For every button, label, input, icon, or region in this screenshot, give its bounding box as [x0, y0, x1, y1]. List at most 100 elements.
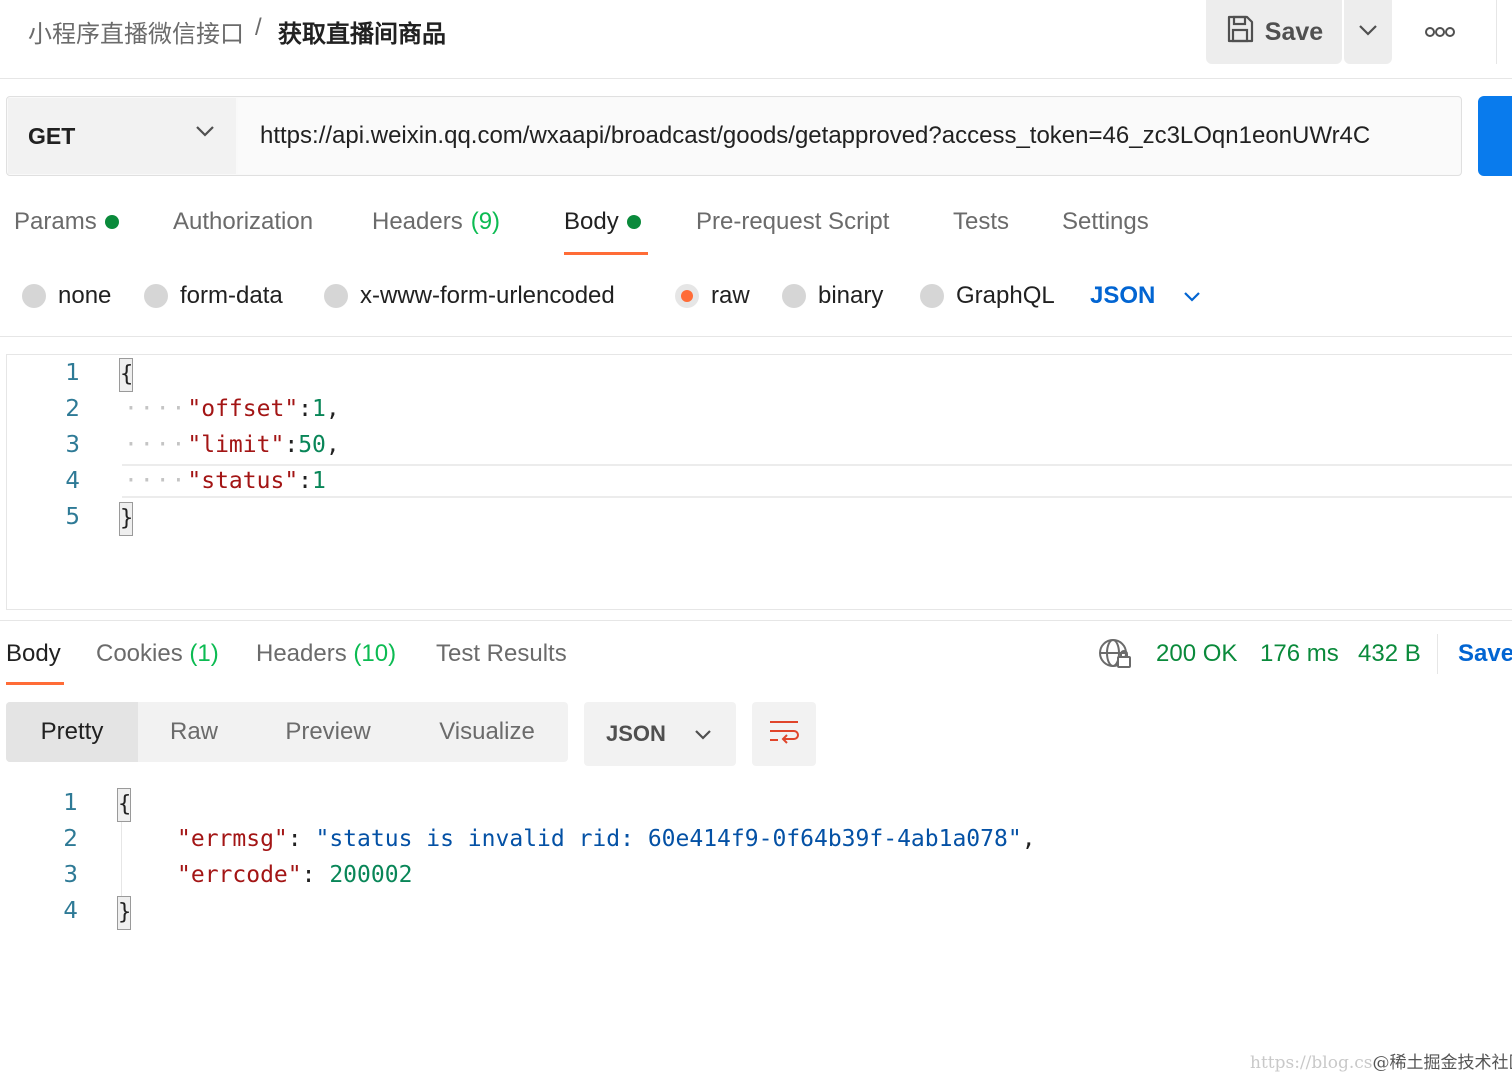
tab-headers[interactable]: Headers (9) [372, 208, 500, 236]
watermark-url: https://blog.cs [1250, 1053, 1373, 1073]
line-number: 4 [65, 468, 80, 494]
radio-form-data[interactable] [144, 284, 168, 308]
code-line-status: ····"status":1 [124, 468, 326, 494]
status-divider [1437, 634, 1438, 674]
body-format-select[interactable]: JSON [1090, 282, 1201, 310]
line-number: 3 [63, 862, 78, 888]
radio-raw[interactable] [675, 284, 699, 308]
line-number: 1 [63, 790, 78, 816]
tab-params-label: Params [14, 208, 97, 235]
tab-body[interactable]: Body [564, 208, 641, 236]
response-tab-test-results-label: Test Results [436, 640, 567, 667]
tab-settings-label: Settings [1062, 208, 1149, 235]
body-type-label: none [58, 282, 112, 309]
response-tab-cookies[interactable]: Cookies (1) [96, 640, 219, 668]
save-button[interactable]: Save [1206, 0, 1342, 64]
view-preview-button[interactable]: Preview [250, 702, 406, 762]
header-separator [0, 78, 1512, 79]
response-separator [0, 620, 1512, 621]
response-active-tab-underline [6, 682, 64, 685]
tab-settings[interactable]: Settings [1062, 208, 1149, 236]
watermark-site: @稀土掘金技术社区 [1372, 1053, 1512, 1073]
close-brace: } [119, 502, 133, 536]
response-format-select[interactable]: JSON [584, 702, 736, 766]
close-brace: } [117, 896, 131, 930]
body-type-label: x-www-form-urlencoded [360, 282, 615, 309]
body-type-label: form-data [180, 282, 283, 309]
tab-tests-label: Tests [953, 208, 1010, 235]
body-type-form-data[interactable]: form-data [144, 282, 283, 310]
line-number: 2 [63, 826, 78, 852]
save-label: Save [1264, 17, 1324, 46]
radio-none[interactable] [22, 284, 46, 308]
save-icon [1225, 14, 1255, 51]
chevron-down-icon [694, 721, 712, 747]
view-visualize-button[interactable]: Visualize [406, 702, 568, 762]
view-raw-button[interactable]: Raw [138, 702, 250, 762]
body-type-raw[interactable]: raw [675, 282, 750, 310]
body-type-urlencoded[interactable]: x-www-form-urlencoded [324, 282, 615, 310]
response-size[interactable]: 432 B [1358, 640, 1421, 668]
response-tab-headers-label: Headers [256, 640, 347, 667]
response-headers-count: (10) [353, 640, 397, 667]
chevron-down-icon [1183, 282, 1201, 310]
save-options-button[interactable] [1344, 0, 1392, 64]
section-separator [0, 336, 1512, 337]
wrap-lines-button[interactable] [752, 702, 816, 766]
response-tab-headers[interactable]: Headers (10) [256, 640, 396, 668]
url-input[interactable]: https://api.weixin.qq.com/wxaapi/broadca… [238, 98, 1460, 174]
tab-tests[interactable]: Tests [953, 208, 1009, 236]
send-button[interactable] [1478, 96, 1512, 176]
response-line-errmsg: "errmsg": "status is invalid rid: 60e414… [177, 826, 1036, 852]
watermark: https://blog.cs@稀土掘金技术社区 [1250, 1048, 1512, 1073]
response-time[interactable]: 176 ms [1260, 640, 1339, 668]
line-number: 1 [65, 360, 80, 386]
status-code[interactable]: 200 OK [1156, 640, 1237, 668]
body-type-label: GraphQL [956, 282, 1055, 309]
tab-pre-request-script[interactable]: Pre-request Script [696, 208, 889, 236]
code-line-offset: ····"offset":1, [124, 396, 340, 422]
chevron-down-icon[interactable] [194, 124, 216, 143]
line-number: 2 [65, 396, 80, 422]
response-tab-test-results[interactable]: Test Results [436, 640, 567, 668]
radio-graphql[interactable] [920, 284, 944, 308]
tab-authorization[interactable]: Authorization [173, 208, 313, 236]
tab-body-label: Body [564, 208, 619, 235]
body-type-graphql[interactable]: GraphQL [920, 282, 1055, 310]
indent-guide [121, 822, 122, 906]
view-pretty-button[interactable]: Pretty [6, 702, 138, 762]
tab-pre-request-script-label: Pre-request Script [696, 208, 890, 235]
open-brace: { [117, 788, 131, 822]
body-type-label: binary [818, 282, 884, 309]
more-dots-icon [1425, 21, 1455, 44]
code-line-limit: ····"limit":50, [124, 432, 340, 458]
response-line-errcode: "errcode": 200002 [177, 862, 413, 888]
tab-params[interactable]: Params [14, 208, 119, 236]
line-number: 5 [65, 504, 80, 530]
body-type-none[interactable]: none [22, 282, 111, 310]
response-format-label: JSON [606, 721, 666, 746]
body-format-label: JSON [1090, 282, 1156, 309]
radio-urlencoded[interactable] [324, 284, 348, 308]
request-title[interactable]: 获取直播间商品 [278, 14, 446, 49]
network-globe-icon[interactable] [1098, 638, 1132, 675]
open-brace: { [119, 358, 133, 392]
tab-headers-label: Headers [372, 208, 463, 235]
breadcrumb-parent[interactable]: 小程序直播微信接口 [28, 14, 244, 49]
line-number: 4 [63, 898, 78, 924]
body-indicator-dot [626, 215, 641, 229]
breadcrumb-separator: / [255, 14, 262, 41]
response-tab-body-label: Body [6, 640, 61, 667]
body-type-label: raw [711, 282, 750, 309]
tab-authorization-label: Authorization [173, 208, 314, 235]
response-tab-cookies-label: Cookies [96, 640, 183, 667]
more-options-button[interactable] [1412, 18, 1468, 46]
header-divider [1496, 0, 1497, 64]
active-tab-underline [564, 252, 648, 255]
body-type-binary[interactable]: binary [782, 282, 883, 310]
radio-binary[interactable] [782, 284, 806, 308]
save-response-button[interactable]: Save [1458, 640, 1512, 668]
response-tab-body[interactable]: Body [6, 640, 61, 668]
active-line-highlight [122, 464, 1512, 498]
wrap-lines-icon [768, 718, 800, 751]
